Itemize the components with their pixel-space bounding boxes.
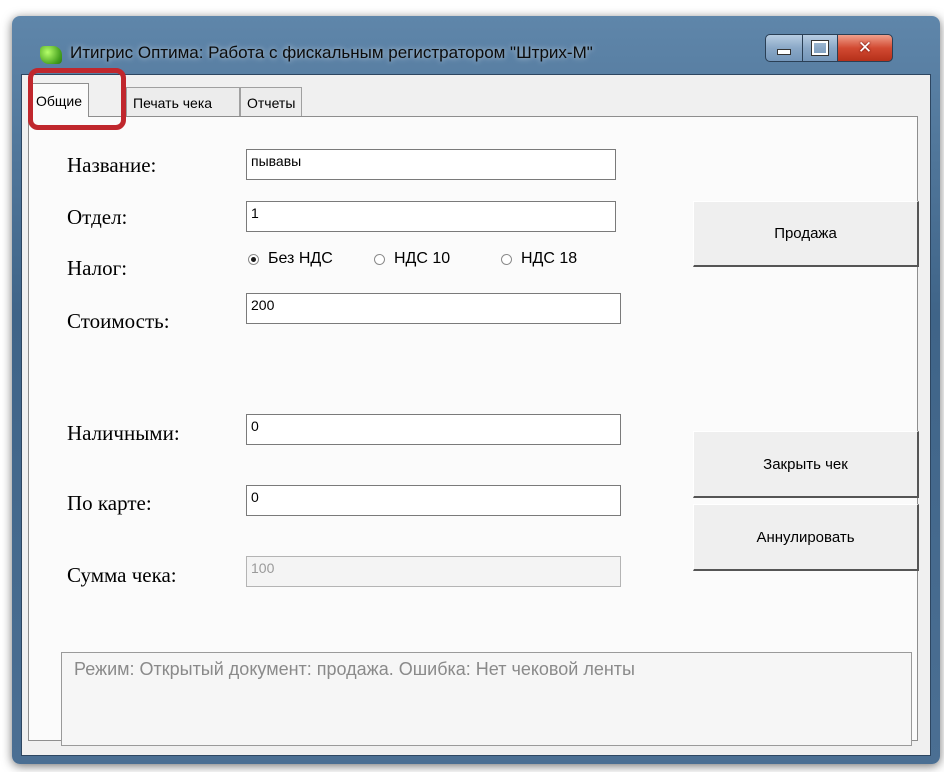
tax-radio-18[interactable]: НДС 18	[501, 250, 577, 268]
cancel-check-button-label: Аннулировать	[756, 528, 855, 546]
app-icon	[40, 46, 62, 64]
close-check-button[interactable]: Закрыть чек	[693, 431, 919, 498]
maximize-button[interactable]	[802, 34, 838, 62]
tax-radio-none-label: Без НДС	[268, 250, 333, 267]
cost-label: Стоимость:	[67, 309, 170, 333]
card-label: По карте:	[67, 491, 152, 515]
name-label: Название:	[67, 153, 157, 177]
app-window: Итигрис Оптима: Работа с фискальным реги…	[12, 16, 940, 764]
tax-radio-none[interactable]: Без НДС	[248, 250, 333, 268]
tab-print-check[interactable]: Печать чека	[126, 87, 240, 117]
close-button[interactable]: ✕	[837, 34, 893, 62]
title-bar[interactable]: Итигрис Оптима: Работа с фискальным реги…	[12, 16, 940, 74]
card-field[interactable]: 0	[246, 485, 621, 516]
tab-reports-label: Отчеты	[247, 94, 296, 111]
tab-page-general: Название: пывавы Отдел: 1 Налог: Без НДС…	[28, 116, 919, 741]
status-box: Режим: Открытый документ: продажа. Ошибк…	[61, 652, 912, 746]
tax-radio-18-label: НДС 18	[521, 250, 578, 267]
tab-reports[interactable]: Отчеты	[240, 87, 303, 117]
close-check-button-label: Закрыть чек	[763, 455, 848, 473]
tax-radio-10[interactable]: НДС 10	[374, 250, 450, 268]
window-client-area: Общие Печать чека Отчеты Название: пывав…	[21, 74, 931, 756]
minimize-button[interactable]	[765, 34, 803, 62]
radio-unchecked-icon	[501, 253, 512, 265]
radio-unchecked-icon	[374, 253, 385, 265]
window-title: Итигрис Оптима: Работа с фискальным реги…	[70, 43, 593, 62]
tax-radio-10-label: НДС 10	[394, 250, 451, 267]
dept-label: Отдел:	[67, 205, 128, 229]
highlight-annotation	[28, 68, 126, 130]
dept-field[interactable]: 1	[246, 201, 616, 232]
cash-field[interactable]: 0	[246, 414, 621, 445]
sale-button[interactable]: Продажа	[693, 201, 919, 267]
sale-button-label: Продажа	[774, 225, 837, 242]
minimize-icon	[777, 49, 791, 55]
tax-label: Налог:	[67, 256, 128, 280]
tab-print-check-label: Печать чека	[133, 94, 213, 111]
total-field: 100	[246, 556, 621, 587]
total-label: Сумма чека:	[67, 563, 177, 587]
status-text: Режим: Открытый документ: продажа. Ошибк…	[74, 659, 635, 679]
close-icon: ✕	[857, 38, 873, 57]
cost-field[interactable]: 200	[246, 293, 621, 324]
cash-label: Наличными:	[67, 421, 180, 445]
radio-checked-icon	[248, 253, 259, 265]
cancel-check-button[interactable]: Аннулировать	[693, 504, 919, 571]
name-field[interactable]: пывавы	[246, 149, 616, 180]
maximize-icon	[812, 41, 828, 55]
